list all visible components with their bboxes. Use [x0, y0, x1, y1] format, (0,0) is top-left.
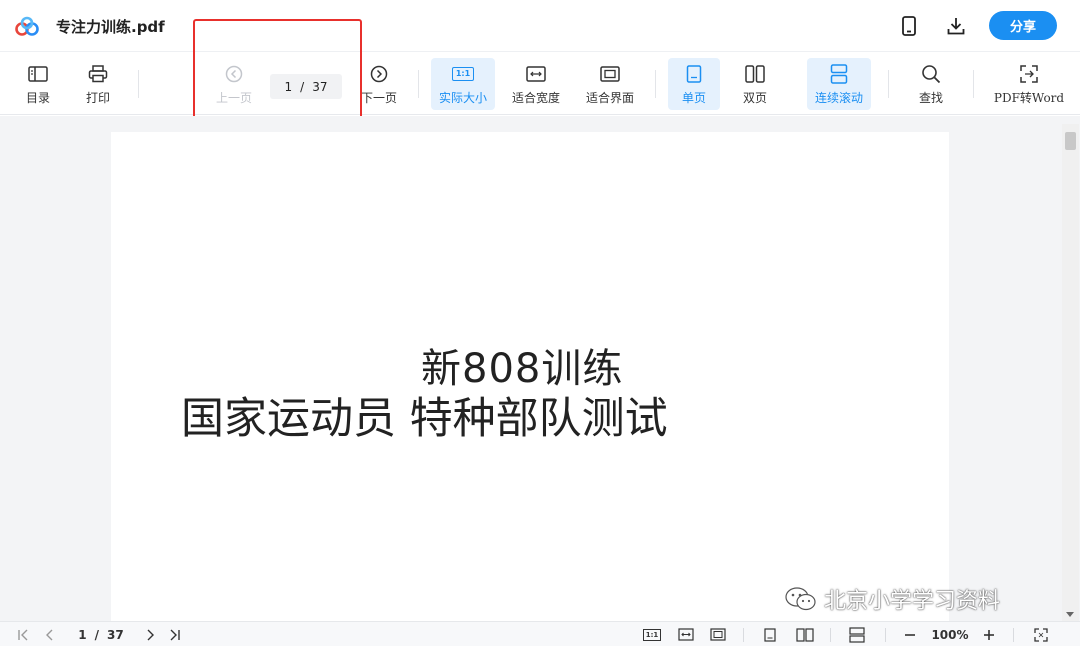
double-page-icon[interactable]: [793, 626, 817, 643]
divider: [973, 70, 974, 98]
print-label: 打印: [85, 91, 110, 105]
search-icon: [921, 62, 941, 86]
fit-width-button[interactable]: 适合宽度: [505, 58, 567, 110]
total-pages: 37: [312, 79, 328, 94]
fit-width-icon[interactable]: [675, 626, 697, 643]
pdf-page: 新808训练 国家运动员 特种部队测试: [111, 132, 949, 621]
document-viewer[interactable]: 新808训练 国家运动员 特种部队测试: [0, 116, 1080, 621]
continuous-scroll-button[interactable]: 连续滚动: [807, 58, 871, 110]
download-icon[interactable]: [944, 14, 968, 38]
status-page-separator: /: [94, 627, 100, 642]
divider: [830, 628, 831, 642]
continuous-scroll-icon: [830, 62, 848, 86]
fit-page-icon: [600, 62, 620, 86]
file-title: 专注力训练.pdf: [56, 18, 165, 36]
single-page-button[interactable]: 单页: [668, 58, 720, 110]
fit-width-label: 适合宽度: [511, 91, 560, 105]
divider: [885, 628, 886, 642]
divider: [138, 70, 139, 98]
prev-page-button[interactable]: 上一页: [208, 58, 260, 110]
document-subtitle-line: 国家运动员 特种部队测试: [181, 394, 668, 444]
pdf-to-word-label: PDF转Word: [993, 91, 1065, 105]
actual-size-icon: 1:1: [451, 62, 475, 86]
continuous-scroll-label: 连续滚动: [814, 91, 863, 105]
vertical-scrollbar[interactable]: [1062, 124, 1079, 621]
first-page-icon[interactable]: [14, 626, 34, 643]
chevron-right-circle-icon: [370, 62, 388, 86]
toc-label: 目录: [25, 91, 50, 105]
fit-page-label: 适合界面: [585, 91, 634, 105]
status-total-pages: 37: [107, 627, 124, 642]
scroll-down-arrow-icon[interactable]: [1066, 612, 1074, 617]
search-button[interactable]: 查找: [909, 58, 953, 110]
scroll-thumb[interactable]: [1065, 132, 1076, 150]
toc-icon: [28, 62, 48, 86]
double-page-icon: [745, 62, 765, 86]
divider: [743, 628, 744, 642]
divider: [655, 70, 656, 98]
fit-width-icon: [526, 62, 546, 86]
fit-page-icon[interactable]: [707, 626, 729, 643]
print-button[interactable]: 打印: [77, 58, 119, 110]
prev-page-label: 上一页: [215, 91, 252, 105]
next-page-label: 下一页: [360, 91, 397, 105]
next-page-icon[interactable]: [140, 626, 160, 643]
search-label: 查找: [918, 91, 943, 105]
single-page-label: 单页: [681, 91, 706, 105]
last-page-icon[interactable]: [164, 626, 184, 643]
status-actual-size-icon-text: 1:1: [642, 628, 662, 641]
header-bar: 专注力训练.pdf 分享: [0, 0, 1080, 52]
phone-icon[interactable]: [897, 14, 921, 38]
chevron-left-circle-icon: [225, 62, 243, 86]
watermark-text: 北京小学学习资料: [824, 589, 1001, 614]
zoom-in-icon[interactable]: [979, 626, 999, 643]
toc-button[interactable]: 目录: [17, 58, 59, 110]
actual-size-button[interactable]: 1:1 实际大小: [431, 58, 495, 110]
watermark: 北京小学学习资料: [784, 583, 1000, 615]
single-page-icon: [686, 62, 702, 86]
actual-size-label: 实际大小: [438, 91, 487, 105]
prev-page-icon[interactable]: [40, 626, 60, 643]
fullscreen-icon[interactable]: [1030, 626, 1052, 643]
status-bar: 1 / 37 1:1 100%: [0, 621, 1080, 646]
actual-size-icon-text: 1:1: [451, 67, 475, 81]
continuous-scroll-icon[interactable]: [846, 626, 868, 643]
cloud-logo-icon: [14, 16, 40, 38]
page-number-input[interactable]: 1 / 37: [270, 74, 342, 99]
single-page-icon[interactable]: [760, 626, 780, 643]
divider: [888, 70, 889, 98]
printer-icon: [88, 62, 108, 86]
next-page-button[interactable]: 下一页: [354, 58, 404, 110]
zoom-out-icon[interactable]: [900, 626, 920, 643]
fit-page-button[interactable]: 适合界面: [579, 58, 641, 110]
zoom-level[interactable]: 100%: [926, 626, 974, 643]
wechat-icon: [785, 587, 816, 611]
double-page-label: 双页: [742, 91, 767, 105]
convert-icon: [1019, 62, 1039, 86]
share-button[interactable]: 分享: [989, 11, 1057, 40]
double-page-button[interactable]: 双页: [730, 58, 780, 110]
pdf-to-word-button[interactable]: PDF转Word: [993, 58, 1065, 110]
divider: [418, 70, 419, 98]
page-separator: /: [300, 79, 305, 94]
current-page: 1: [284, 79, 293, 94]
divider: [1013, 628, 1014, 642]
actual-size-icon[interactable]: 1:1: [641, 626, 663, 643]
toolbar: 目录 打印 上一页 下一页 1:1 实际大小 适合宽度 适合界面 单页 双页 连…: [0, 52, 1080, 115]
status-current-page: 1: [78, 627, 87, 642]
status-page-indicator: 1 / 37: [70, 626, 132, 643]
